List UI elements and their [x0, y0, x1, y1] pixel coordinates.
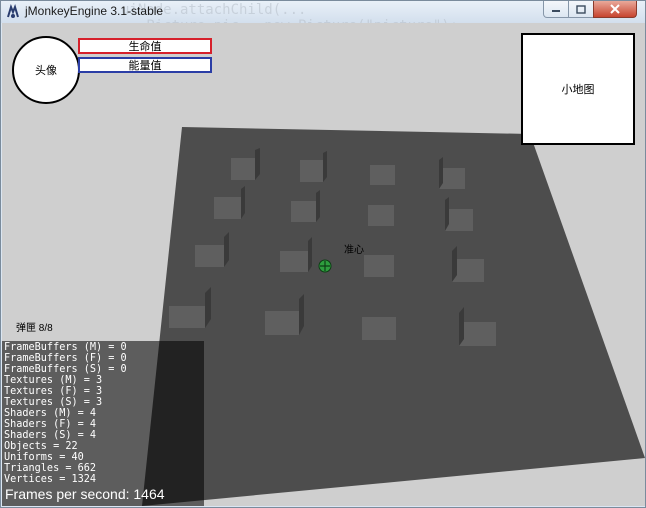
- maximize-button[interactable]: [568, 1, 594, 18]
- stat-line: Uniforms = 40: [4, 452, 84, 463]
- energy-bar: 能量值: [78, 57, 212, 73]
- ammo-counter: 弹匣 8/8: [16, 323, 53, 334]
- stat-line: Shaders (M) = 4: [4, 408, 97, 419]
- stat-line: FrameBuffers (F) = 0: [4, 353, 127, 364]
- crosshair-icon: [318, 259, 332, 273]
- stat-line: FrameBuffers (M) = 0: [4, 342, 127, 353]
- app-icon: [7, 4, 19, 18]
- stats-panel: FrameBuffers (M) = 0 FrameBuffers (F) = …: [2, 341, 204, 506]
- stat-line: Vertices = 1324: [4, 474, 97, 485]
- stat-line: Triangles = 662: [4, 463, 97, 474]
- stat-line: Textures (F) = 3: [4, 386, 103, 397]
- close-icon: [610, 4, 620, 14]
- crosshair-label: 准心: [344, 245, 364, 256]
- stat-line: Textures (S) = 3: [4, 397, 103, 408]
- minimap: 小地图: [521, 33, 635, 145]
- stat-line: Textures (M) = 3: [4, 375, 103, 386]
- minimize-icon: [552, 10, 560, 12]
- close-button[interactable]: [593, 1, 637, 18]
- minimize-button[interactable]: [543, 1, 569, 18]
- title-bar[interactable]: uiNode.attachChild(... Picture pic = new…: [1, 1, 645, 34]
- stat-line: Shaders (F) = 4: [4, 419, 97, 430]
- game-viewport[interactable]: 头像 生命值 能量值 小地图 准心 弹匣 8/8 FrameBuffers (M…: [2, 23, 645, 506]
- app-window: uiNode.attachChild(... Picture pic = new…: [0, 0, 646, 508]
- avatar: 头像: [12, 36, 80, 104]
- stat-line: FrameBuffers (S) = 0: [4, 364, 127, 375]
- stat-line: Shaders (S) = 4: [4, 430, 97, 441]
- maximize-icon: [576, 4, 586, 14]
- stat-line: Objects = 22: [4, 441, 78, 452]
- window-title: jMonkeyEngine 3.1-stable: [25, 4, 164, 18]
- fps-counter: Frames per second: 1464: [5, 486, 165, 502]
- health-bar: 生命值: [78, 38, 212, 54]
